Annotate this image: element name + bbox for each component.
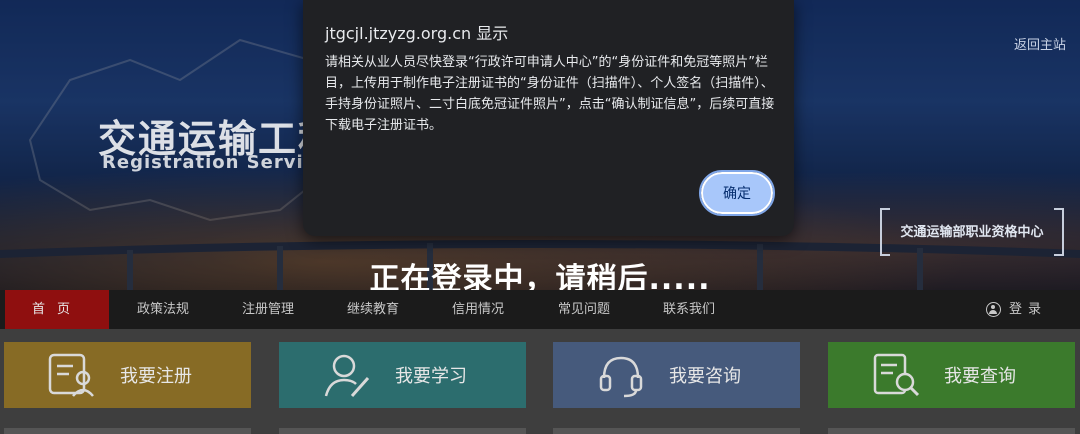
- study-card[interactable]: 我要学习: [279, 342, 526, 408]
- main-nav: 首页 政策法规 注册管理 继续教育 信用情况 常见问题 联系我们 登录: [0, 290, 1080, 329]
- card-divider: [4, 428, 251, 434]
- org-tag-label: 交通运输部职业资格中心: [900, 224, 1044, 240]
- card-divider: [553, 428, 800, 434]
- consult-card-label: 我要咨询: [669, 366, 741, 387]
- login-button[interactable]: 登录: [986, 290, 1047, 329]
- nav-item-faq[interactable]: 常见问题: [558, 290, 610, 329]
- registration-icon: [42, 350, 102, 400]
- query-card[interactable]: 我要查询: [828, 342, 1075, 408]
- nav-item-continuing-education[interactable]: 继续教育: [347, 290, 399, 329]
- query-card-label: 我要查询: [944, 366, 1016, 387]
- nav-item-home[interactable]: 首页: [5, 290, 109, 329]
- user-icon: [986, 302, 1001, 317]
- ok-button[interactable]: 确定: [699, 170, 775, 216]
- dialog-title: jtgcjl.jtzyzg.org.cn 显示: [325, 24, 509, 43]
- study-card-label: 我要学习: [395, 366, 467, 387]
- loading-message: 正在登录中，请稍后.....: [369, 262, 711, 290]
- return-main-site-link[interactable]: 返回主站: [1014, 34, 1066, 53]
- quick-actions: 我要注册 我要学习 我要咨询 我要查询: [0, 329, 1080, 434]
- dialog-message: 请相关从业人员尽快登录“行政许可申请人中心”的“身份证件和免冠等照片”栏目，上传…: [325, 55, 775, 133]
- document-search-icon: [866, 350, 926, 400]
- nav-item-policy[interactable]: 政策法规: [137, 290, 189, 329]
- register-card-label: 我要注册: [120, 366, 192, 387]
- login-label: 登录: [1009, 302, 1048, 317]
- nav-item-credit[interactable]: 信用情况: [452, 290, 504, 329]
- alert-dialog: jtgcjl.jtzyzg.org.cn 显示 请相关从业人员尽快登录“行政许可…: [303, 0, 794, 236]
- nav-item-contact[interactable]: 联系我们: [663, 290, 715, 329]
- headset-icon: [591, 350, 651, 400]
- org-tag: 交通运输部职业资格中心: [880, 208, 1064, 256]
- register-card[interactable]: 我要注册: [4, 342, 251, 408]
- study-icon: [317, 350, 377, 400]
- nav-item-registration-mgmt[interactable]: 注册管理: [242, 290, 294, 329]
- card-divider: [279, 428, 526, 434]
- card-divider: [828, 428, 1075, 434]
- consult-card[interactable]: 我要咨询: [553, 342, 800, 408]
